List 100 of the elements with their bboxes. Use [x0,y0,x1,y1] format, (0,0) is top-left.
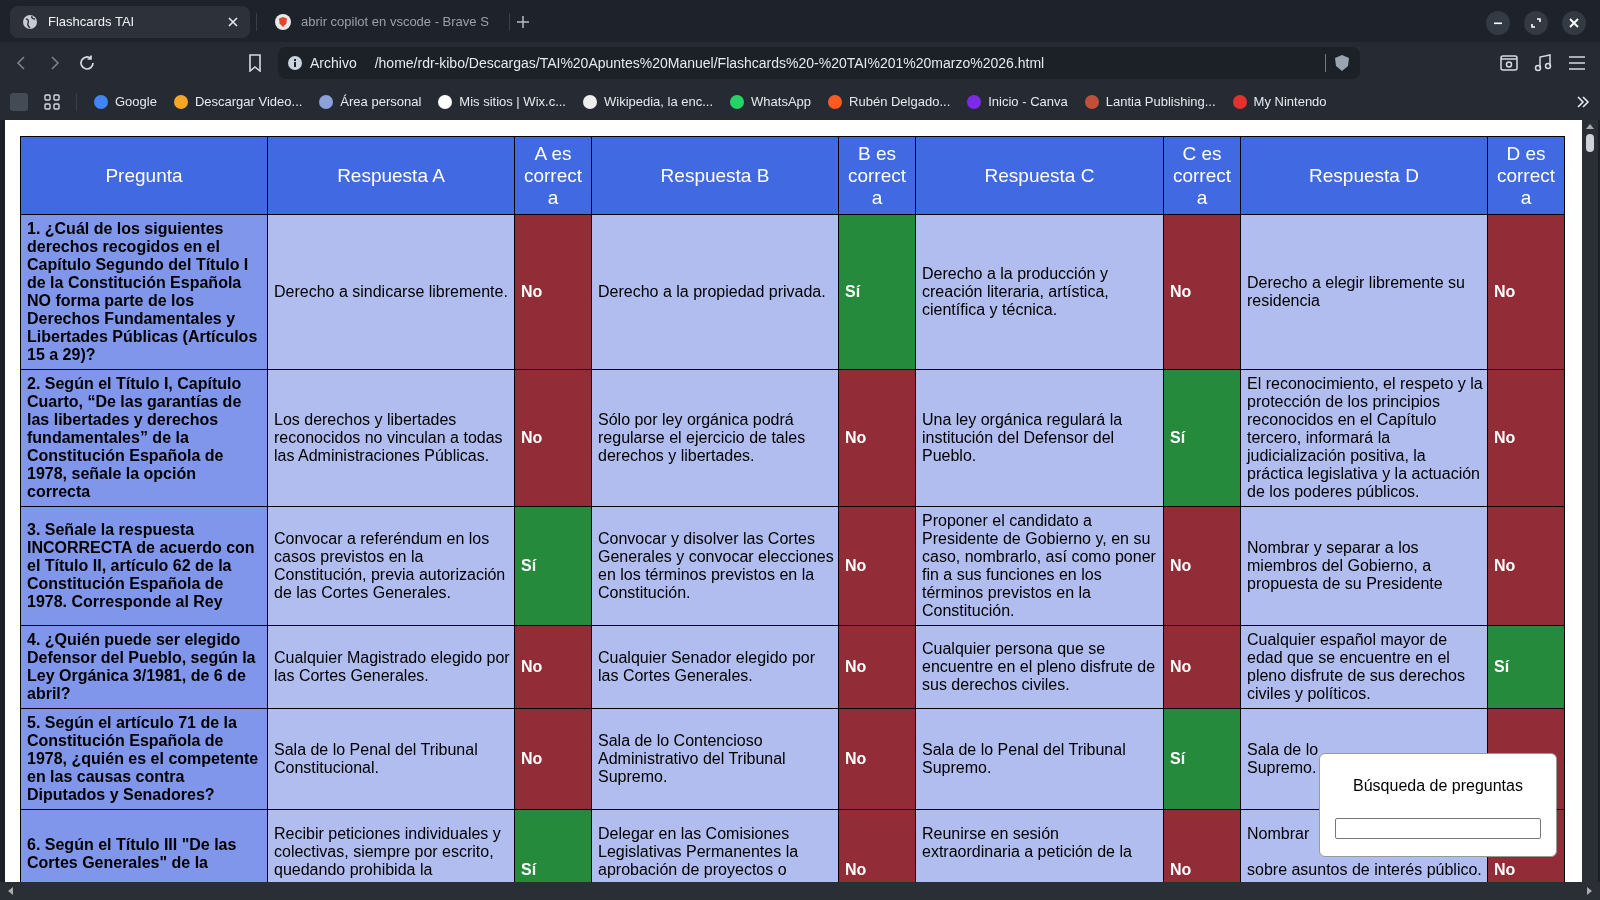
column-header: Pregunta [20,136,268,215]
verdict-cell: No [1487,506,1565,626]
answer-cell: Los derechos y libertades reconocidos no vinculan a todas las Administraciones Públicas. [267,369,515,507]
bookmark-link[interactable]: Google [115,92,157,112]
close-button[interactable] [1562,11,1586,35]
browser-tab[interactable]: Flashcards TAI [10,6,250,38]
verdict-cell: No [1163,214,1241,370]
verdict-cell: No [514,369,592,507]
answer-cell: Delegar en las Comisiones Legislativas Permanentes la aprobación de proyectos o [591,809,839,882]
verdict-cell: No [1163,506,1241,626]
verdict-cell: No [1487,369,1565,507]
reload-icon[interactable] [78,54,96,72]
column-header: B es correcta [838,136,916,215]
answer-cell: Reunirse en sesión extraordinaria a petición de la [915,809,1164,882]
maximize-icon [1531,18,1541,28]
address-url: /home/rdr-kibo/Descargas/TAI%20Apuntes%20Manuel/Flashcards%20-%20TAI%201%20marzo%2026.html [374,53,1046,73]
column-header: Respuesta D [1240,136,1488,215]
verdict-cell: No [514,708,592,810]
verdict-cell: No [838,809,916,882]
answer-cell: Sólo por ley orgánica podrá regularse el ejercicio de tales derechos y libertades. [591,369,839,507]
verdict-cell: No [514,214,592,370]
tab-title: Flashcards TAI [48,13,136,32]
search-field[interactable] [1335,818,1541,839]
verdict-cell: No [838,708,916,810]
answer-cell: Convocar y disolver las Cortes Generales y convocar elecciones en los términos previstos en la Constitución. [591,506,839,626]
answer-cell: Cualquier persona que se encuentre en el pleno disfrute de sus derechos civiles. [915,625,1164,709]
answer-cell: Derecho a la producción y creación literaria, artística, científica y técnica. [915,214,1164,370]
column-header: Respuesta C [915,136,1164,215]
verdict-cell: No [838,506,916,626]
answer-cell: Cualquier Senador elegido por las Cortes Generales. [591,625,839,709]
scroll-up-icon[interactable] [1585,122,1595,130]
verdict-cell: No [1163,809,1241,882]
browser-tab[interactable]: abrir copilot en vscode - Brave S [263,6,503,38]
bookmark-link[interactable]: My Nintendo [1253,92,1327,112]
bookmark-link[interactable]: Lantia Publishing... [1105,92,1216,112]
answer-cell: Derecho a sindicarse libremente. [267,214,515,370]
lion-shield-icon [275,14,291,30]
answer-cell: Recibir peticiones individuales y colectivas, siempre por escrito, quedando prohibida la [267,809,515,882]
question-cell: 2. Según el Título I, Capítulo Cuarto, “De las garantías de las libertades y derechos fundamentales” de la Constitución Española de 1978, señale la opción correcta [20,369,268,507]
bookmark-link[interactable]: Descargar Video... [194,92,303,112]
answer-cell: Sala de lo Contencioso Administrativo del Tribunal Supremo. [591,708,839,810]
bookmark-link[interactable]: Mis sitios | Wix.c... [459,92,566,112]
verdict-cell: Sí [838,214,916,370]
answer-cell: Cualquier español mayor de edad que se encuentre en el pleno disfrute de sus derechos civiles y políticos. [1240,625,1488,709]
answer-cell: Convocar a referéndum en los casos previstos en la Constitución, previa autorización de las Cortes Generales. [267,506,515,626]
bookmark-link[interactable]: WhatsApp [751,92,812,112]
question-cell: 6. Según el Título III "De las Cortes Generales" de la [20,809,268,882]
verdict-cell: No [838,369,916,507]
verdict-cell: No [838,625,916,709]
verdict-cell: No [1163,625,1241,709]
music-icon[interactable] [1534,54,1552,72]
bookmark-link[interactable]: Rubén Delgado... [849,92,951,112]
answer-cell: Una ley orgánica regulará la institución del Defensor del Pueblo. [915,369,1164,507]
maximize-button[interactable] [1524,11,1548,35]
question-cell: 4. ¿Quién puede ser elegido Defensor del Pueblo, según la Ley Orgánica 3/1981, de 6 de abril? [20,625,268,709]
answer-cell: Sala de lo Penal del Tribunal Constitucional. [267,708,515,810]
address-label: Archivo [310,53,357,73]
answer-cell: Nombrar y separar a los miembros del Gobierno, a propuesta de su Presidente [1240,506,1488,626]
close-icon [1569,18,1579,28]
vertical-scrollbar[interactable] [1582,120,1598,882]
verdict-cell: No [1487,214,1565,370]
info-icon [288,56,302,70]
bookmark-link[interactable]: Wikipedia, la enc... [603,92,714,112]
verdict-cell: Sí [1487,625,1565,709]
scroll-left-icon[interactable] [6,886,14,896]
globe-icon [22,14,38,30]
new-tab-icon[interactable] [516,15,530,29]
column-header: Respuesta A [267,136,515,215]
verdict-cell: Sí [514,809,592,882]
answer-cell: Derecho a la propiedad privada. [591,214,839,370]
apps-grid-icon[interactable] [44,94,60,110]
answer-cell: Sala de lo Penal del Tribunal Supremo. [915,708,1164,810]
menu-icon[interactable] [1568,55,1586,71]
column-header: Respuesta B [591,136,839,215]
verdict-cell: No [514,625,592,709]
question-cell: 1. ¿Cuál de los siguientes derechos recogidos en el Capítulo Segundo del Título I de la Constitución Española NO forma parte de los Derechos Fundamentales y Libertades Públicas (Artículos 15 a 29)? [20,214,268,370]
verdict-cell: Sí [514,506,592,626]
chevron-icon[interactable] [1576,96,1590,108]
scroll-right-icon[interactable] [1586,886,1594,896]
minimize-button[interactable] [1486,11,1510,35]
screenshot-icon[interactable] [1500,55,1518,71]
close-tab-icon[interactable] [228,17,238,27]
bookmark-link[interactable]: Inicio - Canva [988,92,1068,112]
verdict-cell: Sí [1163,708,1241,810]
bookmark-icon[interactable] [248,54,262,72]
address-bar[interactable]: Archivo /home/rdr-kibo/Descargas/TAI%20Apuntes%20Manuel/Flashcards%20-%20TAI%201%20marzo%2026.html [278,47,1360,79]
bookmark-link[interactable]: Área personal [340,92,422,112]
column-header: A es correcta [514,136,592,215]
scrollbar-thumb[interactable] [1586,134,1594,152]
column-header: C es correcta [1163,136,1241,215]
answer-cell: Proponer el candidato a Presidente de Gobierno y, en su caso, nombrarlo, así como poner fin a sus funciones en los términos previstos en la Constitución. [915,506,1164,626]
horizontal-scrollbar[interactable] [0,882,1600,900]
verdict-cell: Sí [1163,369,1241,507]
question-cell: 3. Señale la respuesta INCORRECTA de acuerdo con el Título II, artículo 62 de la Constitución Española de 1978. Corresponde al Rey [20,506,268,626]
tab-title: abrir copilot en vscode - Brave S [301,13,490,32]
question-cell: 5. Según el artículo 71 de la Constitución Española de 1978, ¿quién es el competente en las causas contra Diputados y Senadores? [20,708,268,810]
answer-cell: Cualquier Magistrado elegido por las Cortes Generales. [267,625,515,709]
answer-cell: Derecho a elegir libremente su residencia [1240,214,1488,370]
answer-cell: El reconocimiento, el respeto y la protección de los principios reconocidos en el Capítulo tercero, informará la judicialización positiva, la práctica legislativa y la actuación de los poderes públicos. [1240,369,1488,507]
shield-icon[interactable] [1334,54,1350,72]
